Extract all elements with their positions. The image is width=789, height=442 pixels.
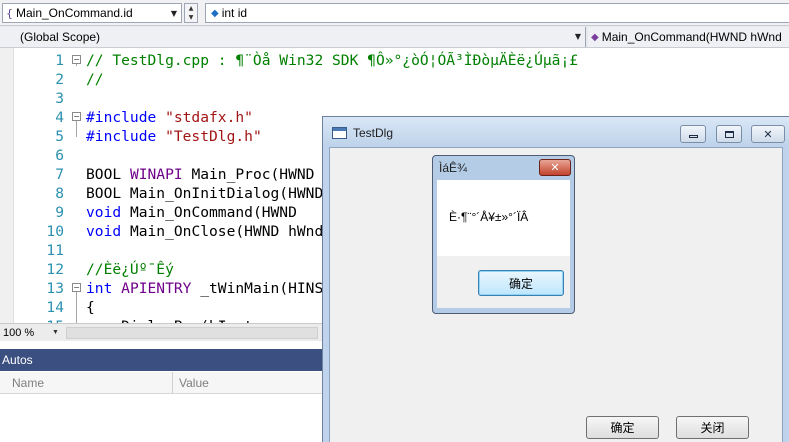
zoom-level[interactable]: 100 % — [0, 327, 50, 339]
column-divider[interactable] — [172, 372, 173, 394]
code-text: // — [86, 70, 104, 89]
members-combo-value: Main_OnCommand.id — [16, 6, 133, 20]
code-token: APIENTRY — [121, 280, 192, 297]
function-combo-value: Main_OnCommand(HWND hWnd — [601, 30, 782, 44]
collapse-icon[interactable]: − — [72, 283, 81, 292]
line-number: 12 — [46, 261, 64, 278]
up-arrow-icon[interactable]: ▲ — [189, 5, 194, 12]
declaration-combo-value: int id — [221, 6, 248, 20]
code-text: BOOL Main_OnInitDialog(HWND — [86, 184, 323, 203]
minimize-icon — [688, 135, 698, 138]
window-icon — [332, 127, 347, 139]
line-number: 10 — [46, 223, 64, 240]
code-token: void — [86, 223, 122, 240]
navigation-bar: { Main_OnCommand.id ▼ ▲ ▼ ◆ int id — [0, 0, 789, 26]
column-header-name[interactable]: Name — [12, 376, 44, 390]
combo-spinner[interactable]: ▲ ▼ — [184, 3, 198, 23]
code-token: // TestDlg.cpp : ¶¨Òå Win32 SDK ¶Ô»°¿òÓ¦… — [86, 52, 579, 69]
message-box-body: È·¶¨°´Å¥±»°´ÏÂ — [437, 180, 570, 256]
close-button[interactable]: ✕ — [751, 125, 785, 143]
collapse-icon[interactable]: − — [72, 112, 81, 121]
code-token: // — [86, 71, 104, 88]
members-combo[interactable]: { Main_OnCommand.id ▼ — [2, 3, 182, 23]
code-text: #include "TestDlg.h" — [86, 127, 262, 146]
code-token: { — [86, 299, 95, 316]
code-token: int — [86, 280, 113, 297]
line-number: 9 — [55, 204, 64, 221]
code-token: BOOL — [86, 166, 130, 183]
code-token: Main_Proc(HWND — [182, 166, 315, 183]
code-token: //Èë¿Úº¯Êý — [86, 261, 174, 278]
code-text: #include "stdafx.h" — [86, 108, 253, 127]
code-token: #include — [86, 128, 166, 145]
code-text: void Main_OnCommand(HWND — [86, 203, 297, 222]
maximize-icon — [724, 130, 734, 138]
code-text: BOOL WINAPI Main_Proc(HWND — [86, 165, 314, 184]
message-ok-button[interactable]: 确定 — [478, 270, 564, 296]
code-text: //Èë¿Úº¯Êý — [86, 260, 174, 279]
line-number: 4 — [55, 109, 64, 126]
maximize-button[interactable] — [716, 125, 742, 143]
dropdown-arrow-icon[interactable]: ▼ — [52, 329, 59, 336]
code-token: void — [86, 204, 122, 221]
code-token: BOOL Main_OnInitDialog(HWND — [86, 185, 324, 202]
message-box-title: ÌáÊ¾ — [439, 161, 468, 175]
dropdown-arrow-icon[interactable]: ▼ — [167, 4, 181, 22]
line-number: 13 — [46, 280, 64, 297]
zoom-bar: 100 % ▼ — [0, 323, 322, 341]
code-line[interactable]: 3 — [0, 89, 789, 108]
line-number: 8 — [55, 185, 64, 202]
line-number: 1 — [55, 52, 64, 69]
window-titlebar[interactable]: TestDlg ✕ — [323, 117, 789, 146]
close-icon[interactable]: ✕ — [539, 159, 571, 176]
scope-combo-value: (Global Scope) — [20, 30, 101, 44]
method-icon: ◆ — [591, 31, 599, 43]
line-number: 11 — [46, 242, 64, 259]
line-number: 6 — [55, 147, 64, 164]
down-arrow-icon[interactable]: ▼ — [189, 14, 194, 21]
line-number: 5 — [55, 128, 64, 145]
line-number: 14 — [46, 299, 64, 316]
collapse-icon[interactable]: − — [72, 55, 81, 64]
function-combo[interactable]: ◆ Main_OnCommand(HWND hWnd — [588, 27, 789, 47]
line-number: 3 — [55, 90, 64, 107]
class-icon: { — [6, 6, 13, 20]
line-number: 7 — [55, 166, 64, 183]
code-text: // TestDlg.cpp : ¶¨Òå Win32 SDK ¶Ô»°¿òÓ¦… — [86, 51, 578, 70]
dropdown-arrow-icon[interactable]: ▼ — [571, 27, 585, 45]
window-title: TestDlg — [353, 126, 394, 140]
code-token: WINAPI — [129, 166, 183, 183]
close-icon: ✕ — [763, 127, 773, 141]
code-token: "stdafx.h" — [165, 109, 253, 126]
message-box-footer: 确定 — [437, 256, 570, 308]
close-dialog-button[interactable]: 关闭 — [676, 416, 749, 439]
line-number: 2 — [55, 71, 64, 88]
message-box: ÌáÊ¾ ✕ È·¶¨°´Å¥±»°´ÏÂ 确定 — [432, 155, 575, 314]
code-token: Main_OnCommand(HWND — [121, 204, 297, 221]
horizontal-scrollbar[interactable] — [66, 327, 318, 339]
code-token: "TestDlg.h" — [165, 128, 262, 145]
ok-button[interactable]: 确定 — [586, 416, 659, 439]
code-text: { — [86, 298, 95, 317]
scope-combo[interactable]: (Global Scope) ▼ — [0, 27, 586, 47]
code-token: Main_OnClose(HWND hWnd — [121, 223, 324, 240]
declaration-combo[interactable]: ◆ int id — [205, 3, 789, 23]
code-token: #include — [86, 109, 166, 126]
scope-bar: (Global Scope) ▼ ◆ Main_OnCommand(HWND h… — [0, 26, 789, 48]
minimize-button[interactable] — [680, 125, 706, 143]
code-text: void Main_OnClose(HWND hWnd — [86, 222, 323, 241]
message-text: È·¶¨°´Å¥±»°´ÏÂ — [449, 210, 529, 224]
code-line[interactable]: 2 // — [0, 70, 789, 89]
code-line[interactable]: 1−// TestDlg.cpp : ¶¨Òå Win32 SDK ¶Ô»°¿ò… — [0, 51, 789, 70]
field-icon: ◆ — [211, 7, 219, 19]
column-header-value[interactable]: Value — [179, 376, 209, 390]
